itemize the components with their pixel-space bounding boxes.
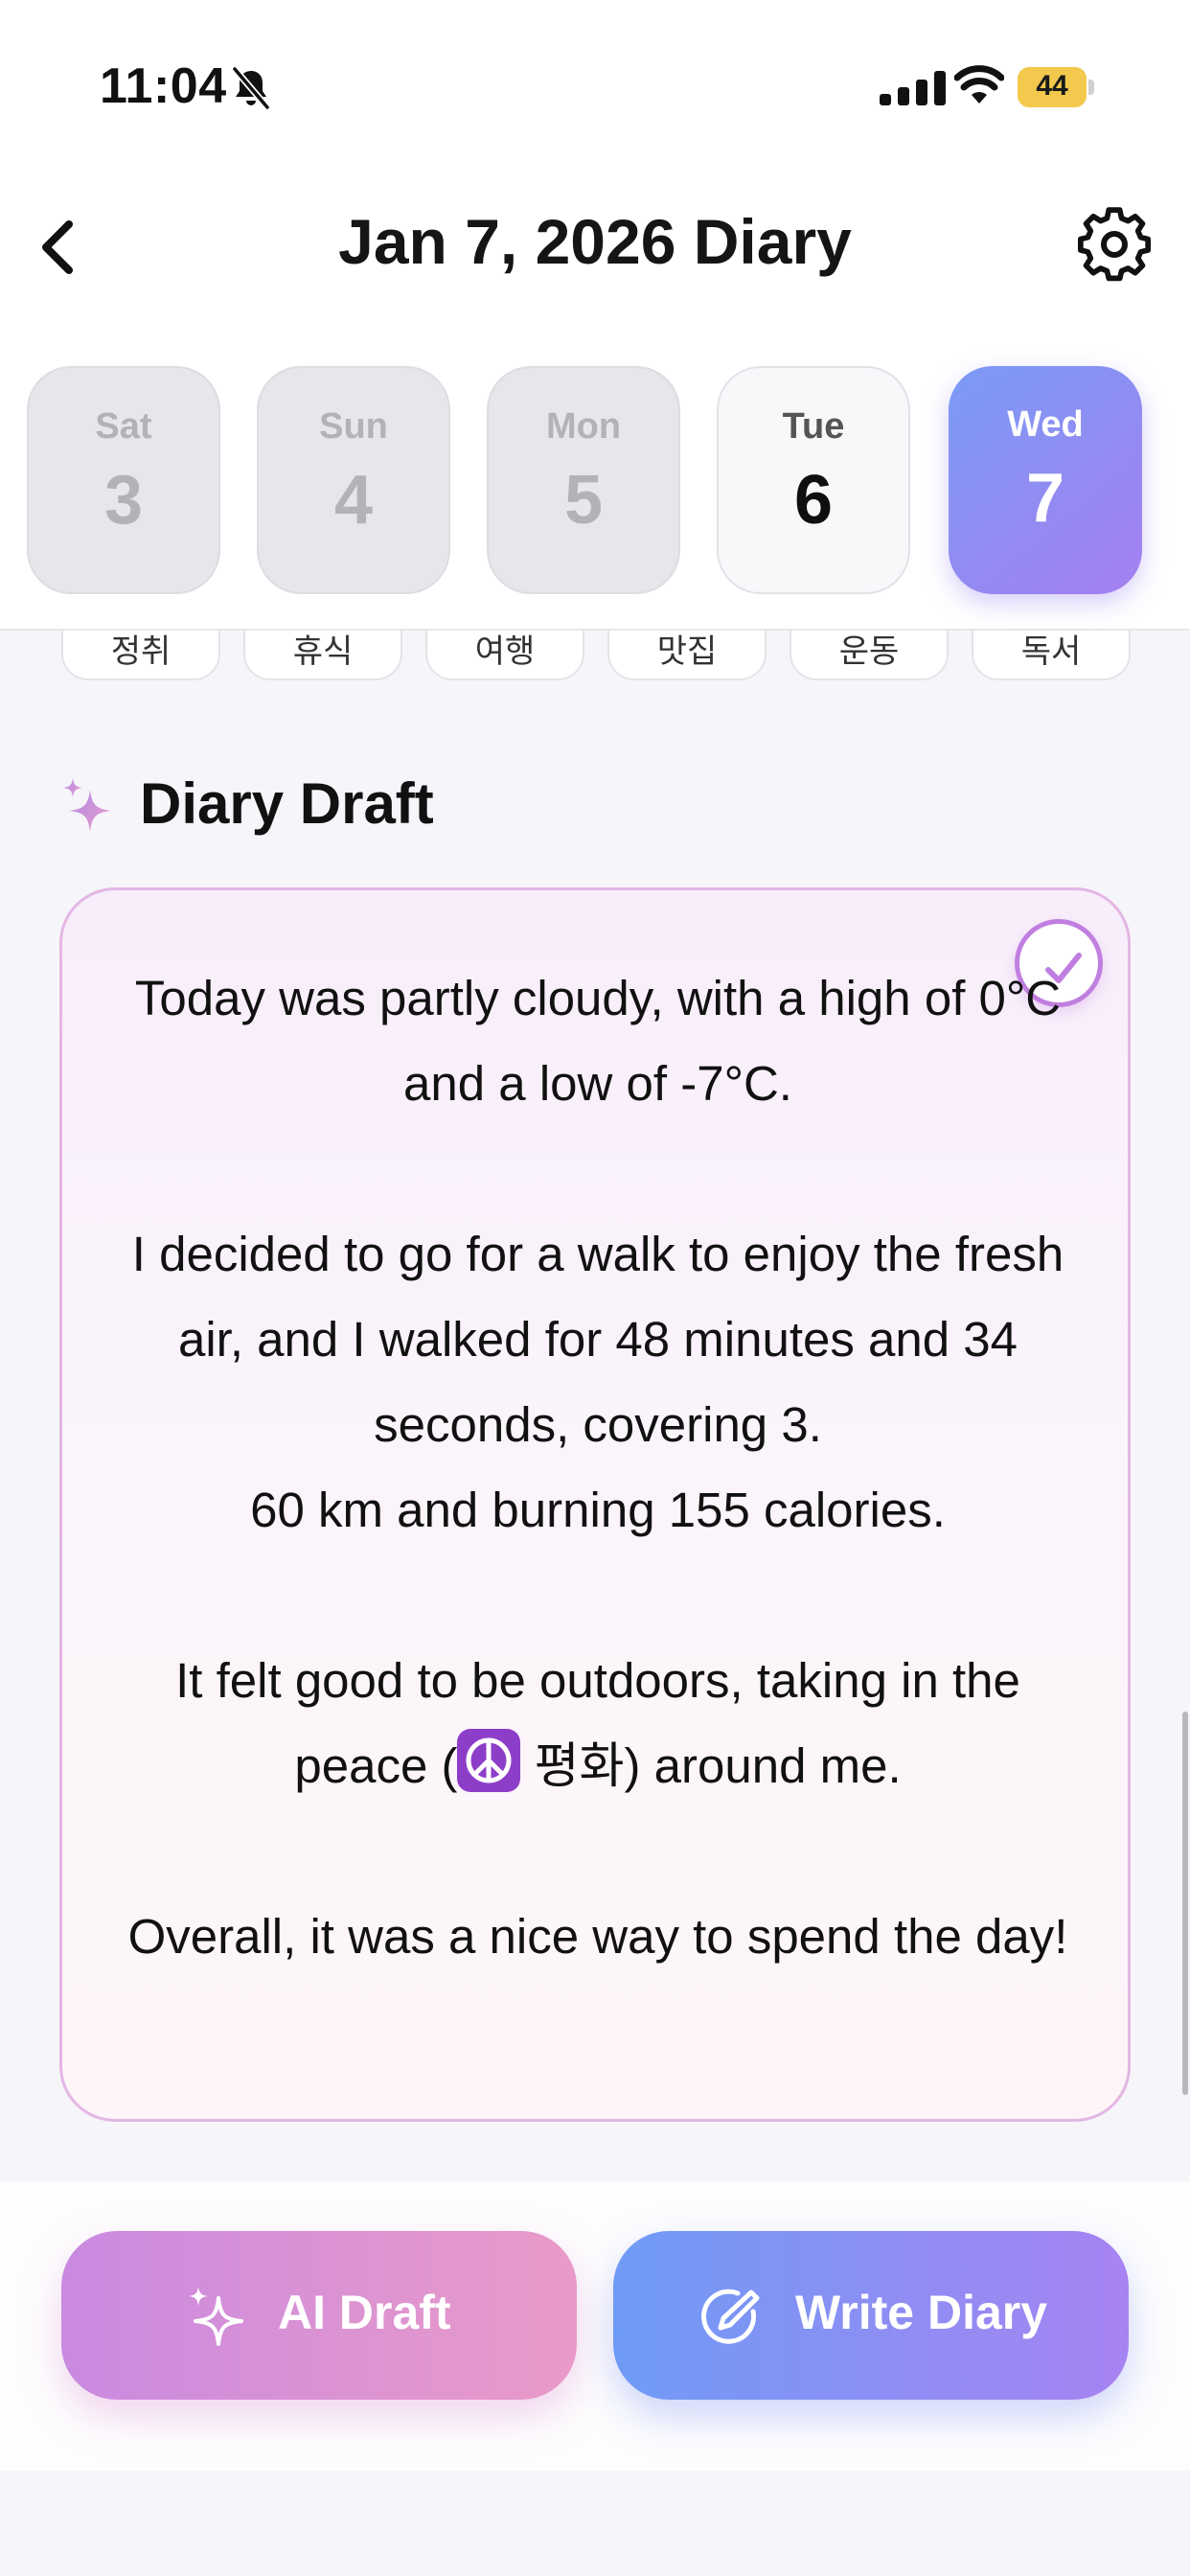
day-name: Tue bbox=[782, 406, 845, 447]
day-name: Sat bbox=[95, 406, 152, 447]
draft-line: 60 km and burning 155 calories. bbox=[250, 1483, 946, 1537]
day-card-wed[interactable]: Wed 7 bbox=[949, 366, 1142, 594]
draft-paragraph: It felt good to be outdoors, taking in t… bbox=[120, 1638, 1076, 1808]
day-number: 6 bbox=[793, 462, 834, 539]
day-number: 7 bbox=[1025, 460, 1065, 537]
day-name: Sun bbox=[319, 406, 388, 447]
diary-draft-card[interactable]: Today was partly cloudy, with a high of … bbox=[59, 887, 1131, 2122]
day-number: 5 bbox=[563, 462, 604, 539]
page-title: Jan 7, 2026 Diary bbox=[338, 206, 852, 277]
day-number: 3 bbox=[103, 462, 144, 539]
top-area: 11:04 44 Jan 7, 2026 Diary Sat 3 Sun 4 M… bbox=[0, 0, 1190, 631]
sparkle-icon bbox=[63, 778, 111, 832]
status-bar: 11:04 44 bbox=[0, 0, 1190, 172]
day-card-mon: Mon 5 bbox=[487, 366, 680, 594]
day-card-sat: Sat 3 bbox=[27, 366, 220, 594]
draft-title: Diary Draft bbox=[140, 771, 434, 836]
wifi-icon bbox=[954, 65, 1004, 104]
draft-line: I decided to go for a walk to enjoy the … bbox=[131, 1227, 1064, 1452]
write-diary-label: Write Diary bbox=[795, 2286, 1048, 2339]
day-selector: Sat 3 Sun 4 Mon 5 Tue 6 Wed 7 bbox=[27, 366, 1163, 596]
draft-paragraph: Today was partly cloudy, with a high of … bbox=[134, 971, 1062, 1111]
ai-draft-label: AI Draft bbox=[278, 2286, 451, 2339]
battery-level: 44 bbox=[1036, 70, 1068, 102]
status-time: 11:04 bbox=[100, 58, 227, 114]
day-number: 4 bbox=[333, 462, 374, 539]
day-card-tue[interactable]: Tue 6 bbox=[717, 366, 910, 594]
draft-section-heading: Diary Draft bbox=[61, 767, 732, 843]
draft-paragraph: I decided to go for a walk to enjoy the … bbox=[120, 1211, 1076, 1552]
peace-emoji-icon bbox=[457, 1729, 521, 1792]
scrollbar[interactable] bbox=[1182, 1712, 1188, 2095]
bell-off-icon bbox=[232, 66, 270, 110]
bottom-action-bar: AI Draft Write Diary bbox=[0, 2181, 1190, 2471]
sparkle-icon bbox=[189, 2287, 243, 2346]
draft-paragraph: Overall, it was a nice way to spend the … bbox=[127, 1909, 1068, 1964]
edit-pen-icon bbox=[701, 2288, 760, 2344]
day-card-sun: Sun 4 bbox=[257, 366, 450, 594]
draft-line: 평화) around me. bbox=[520, 1738, 902, 1793]
day-name: Wed bbox=[1007, 404, 1084, 445]
battery-icon: 44 bbox=[1018, 67, 1094, 107]
cellular-signal-icon bbox=[880, 71, 946, 105]
draft-text: Today was partly cloudy, with a high of … bbox=[120, 955, 1076, 1979]
ai-draft-button[interactable]: AI Draft bbox=[61, 2231, 577, 2400]
day-name: Mon bbox=[545, 406, 622, 447]
write-diary-button[interactable]: Write Diary bbox=[613, 2231, 1129, 2400]
gear-icon[interactable] bbox=[1075, 205, 1154, 284]
header: Jan 7, 2026 Diary bbox=[0, 182, 1190, 307]
